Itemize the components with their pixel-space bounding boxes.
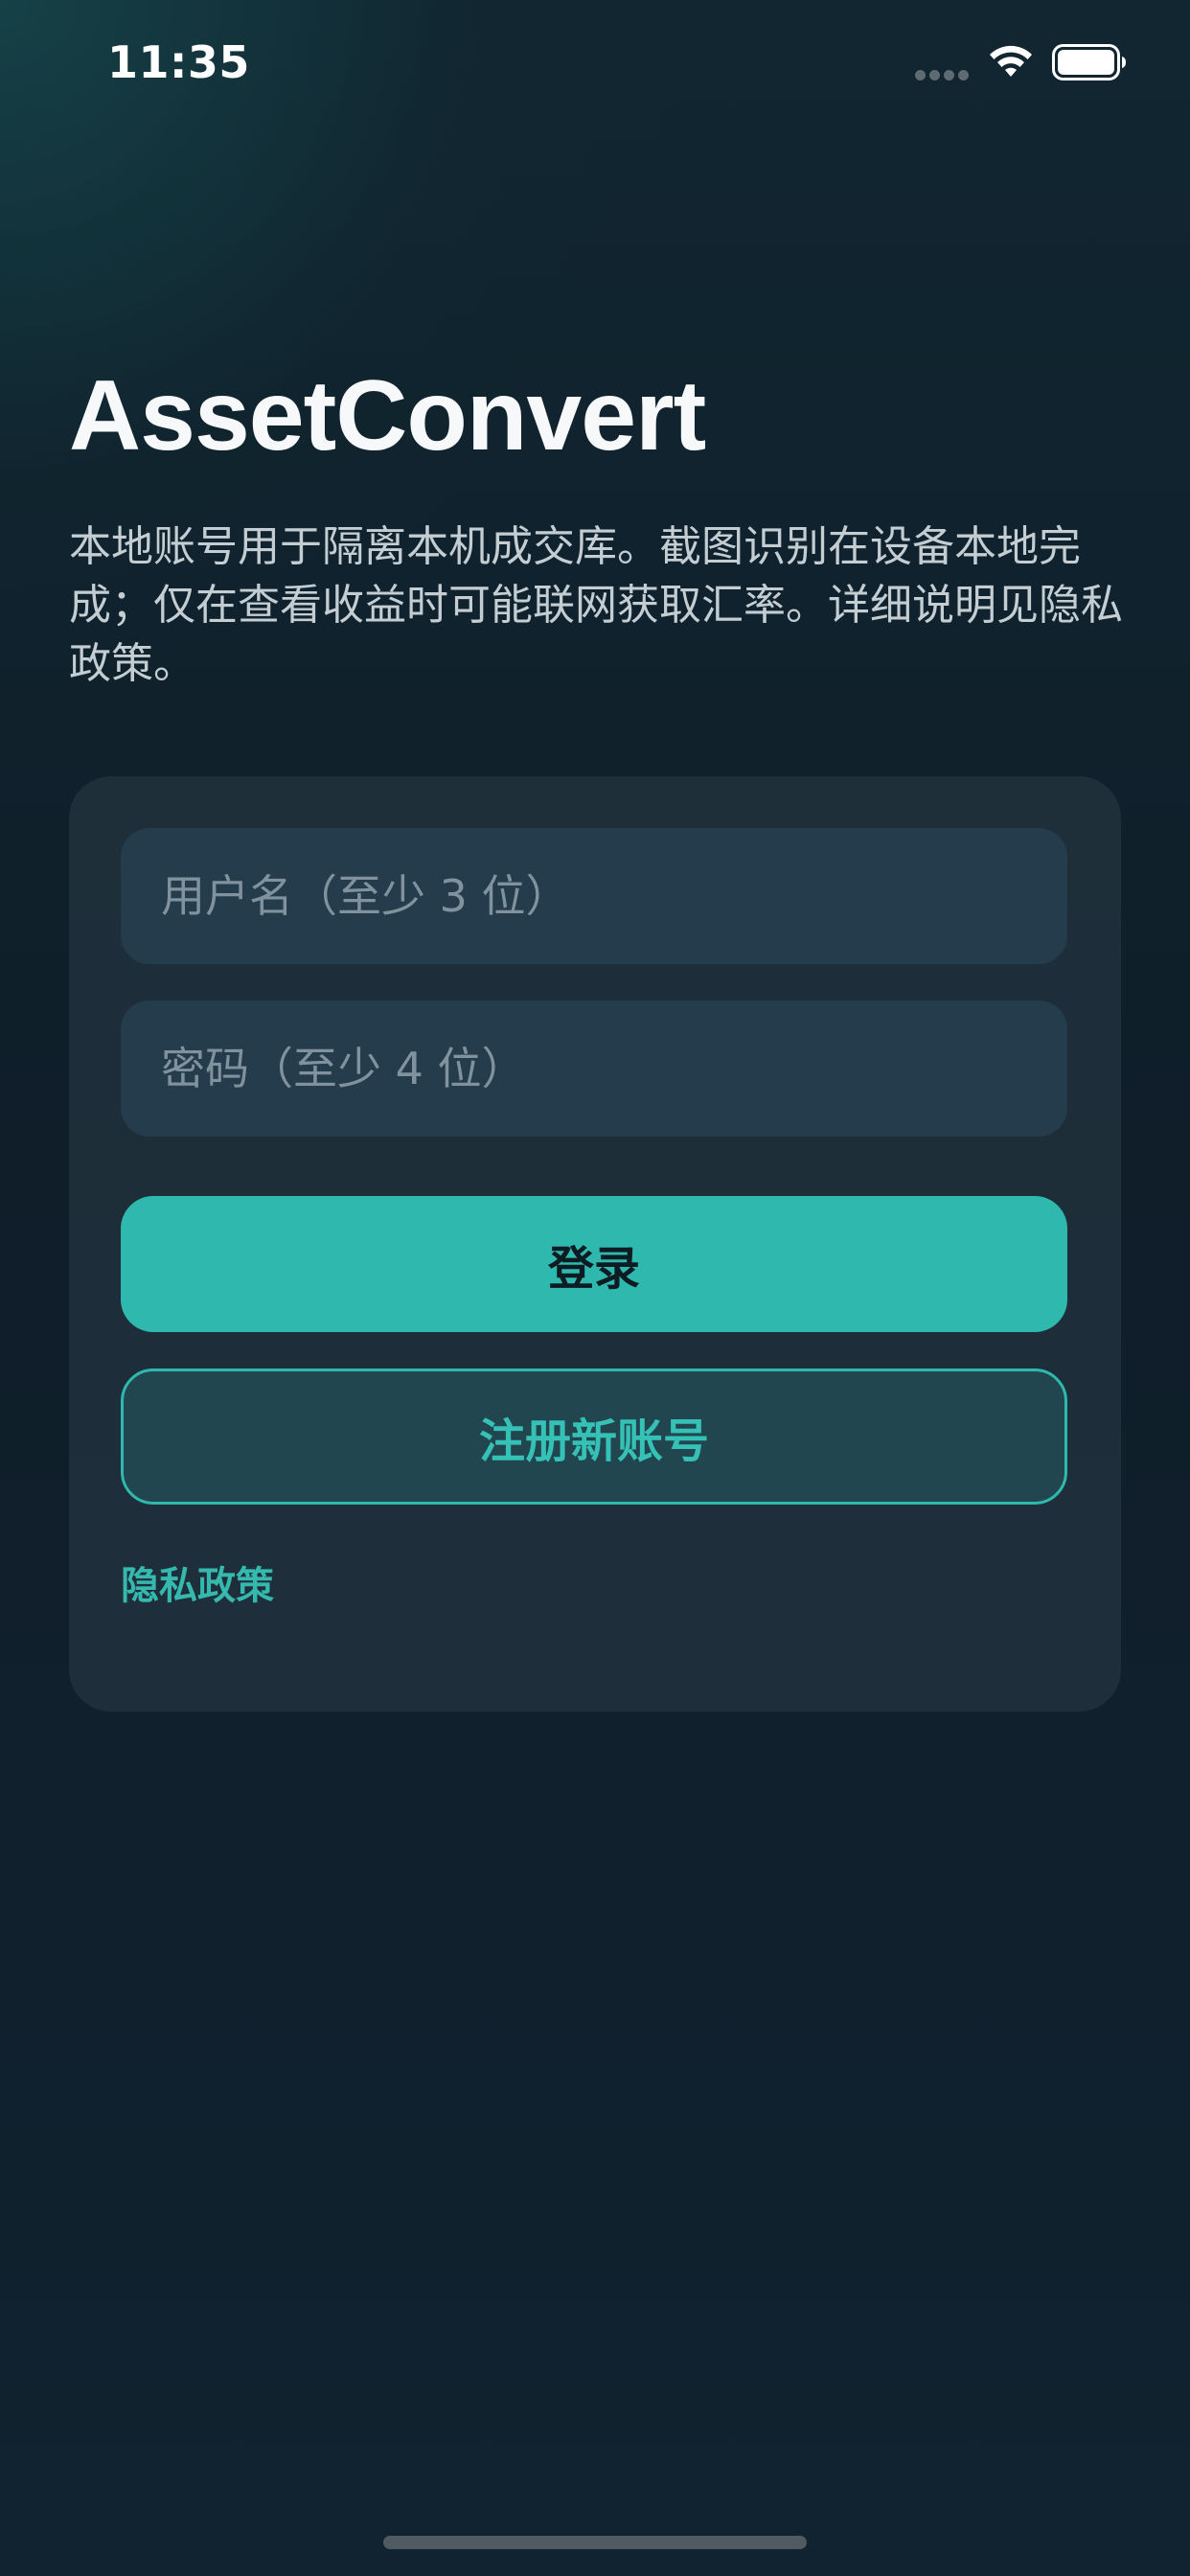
- app-description: 本地账号用于隔离本机成交库。截图识别在设备本地完成；仅在查看收益时可能联网获取汇…: [69, 522, 1123, 688]
- home-indicator: [383, 2536, 807, 2549]
- login-card: 登录 注册新账号 隐私政策: [69, 776, 1121, 1712]
- status-time: 11:35: [107, 36, 250, 88]
- username-input[interactable]: [121, 828, 1067, 964]
- battery-icon: [1052, 44, 1126, 80]
- password-input[interactable]: [121, 1000, 1067, 1137]
- wifi-icon: [990, 45, 1032, 77]
- privacy-policy-link[interactable]: 隐私政策: [121, 1554, 274, 1610]
- status-bar: 11:35: [0, 0, 1190, 134]
- login-button[interactable]: 登录: [121, 1196, 1067, 1332]
- signal-dots-icon: [915, 70, 971, 81]
- app-title: AssetConvert: [69, 360, 706, 472]
- register-button[interactable]: 注册新账号: [121, 1368, 1067, 1505]
